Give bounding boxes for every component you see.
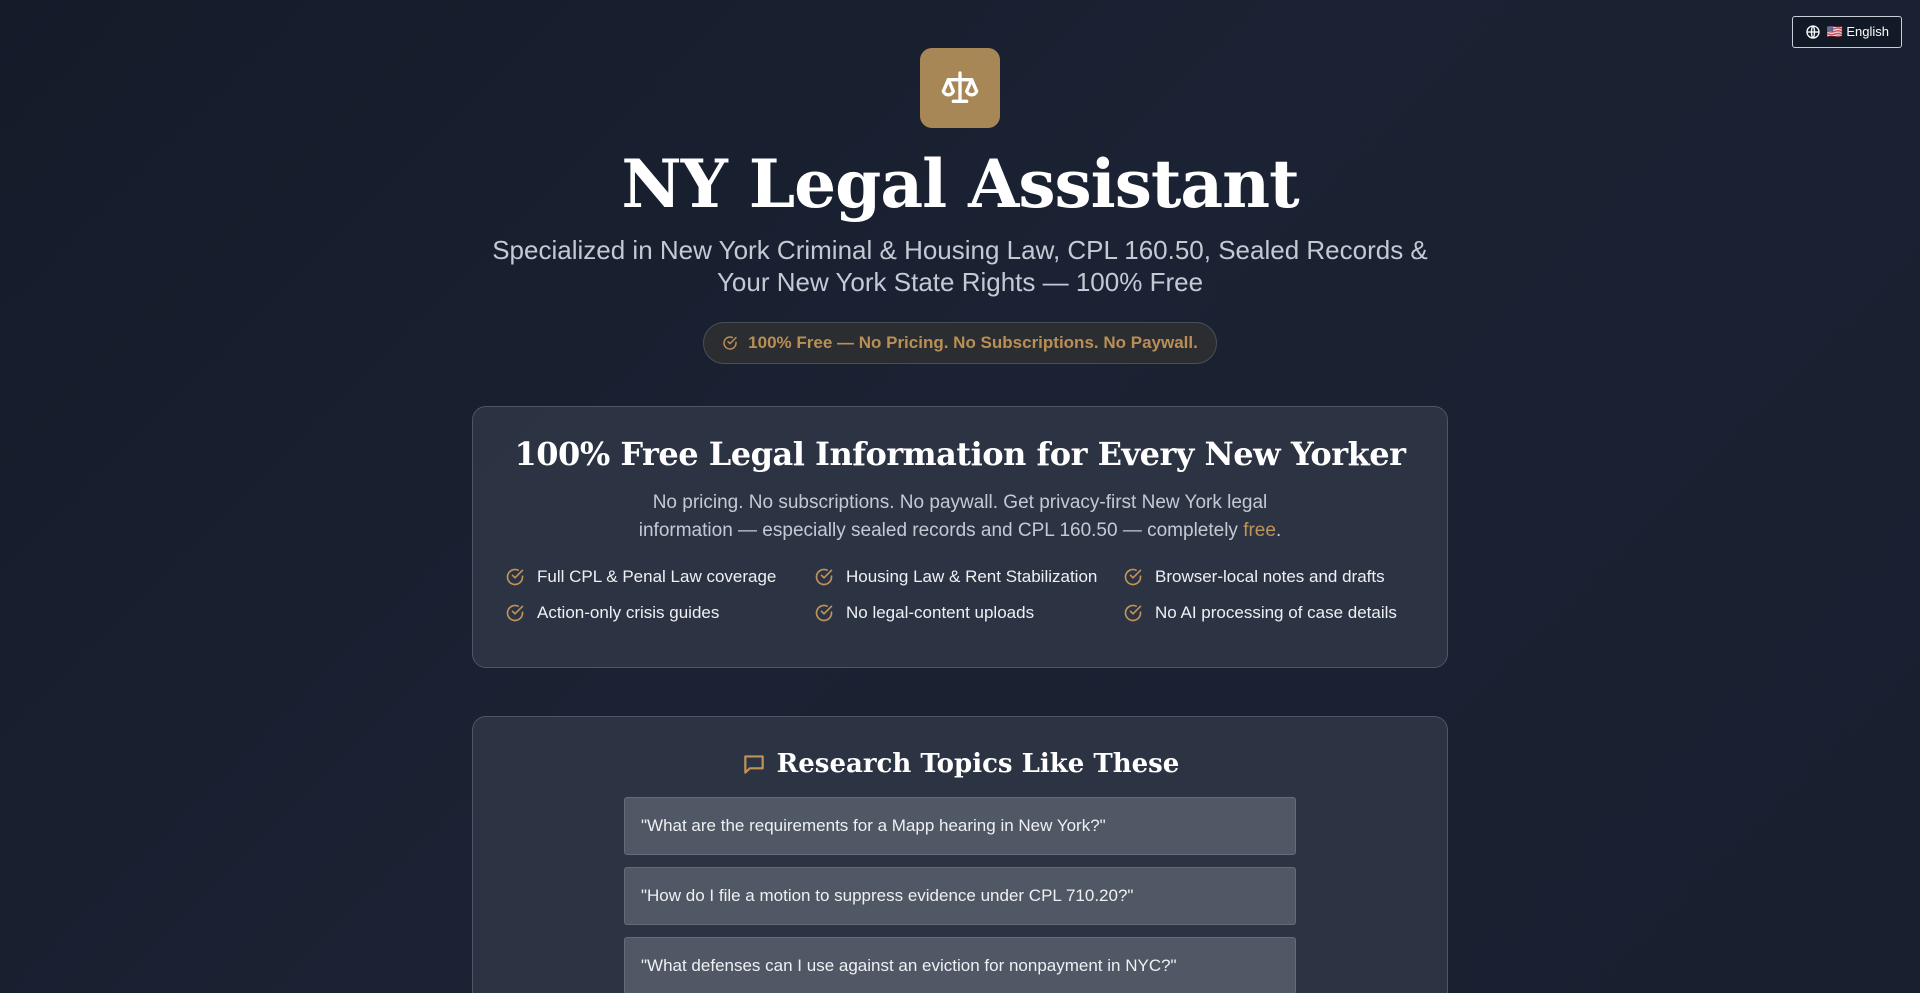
- scales-icon: [941, 71, 979, 104]
- free-info-heading: 100% Free Legal Information for Every Ne…: [514, 435, 1406, 473]
- feature-item: Browser-local notes and drafts: [1123, 567, 1432, 587]
- check-circle-icon: [1124, 568, 1142, 586]
- language-label: 🇺🇸 English: [1826, 24, 1889, 39]
- feature-item: Housing Law & Rent Stabilization: [814, 567, 1123, 587]
- feature-label: Action-only crisis guides: [537, 603, 720, 622]
- page-header: NY Legal Assistant Specialized in New Yo…: [0, 48, 1920, 364]
- check-circle-icon: [1124, 604, 1142, 622]
- chat-bubble-icon: [743, 755, 764, 774]
- free-info-description: No pricing. No subscriptions. No paywall…: [630, 489, 1290, 545]
- check-circle-icon: [723, 336, 737, 350]
- description-text: No pricing. No subscriptions. No paywall…: [638, 492, 1268, 541]
- feature-item: No legal-content uploads: [814, 603, 1123, 623]
- feature-item: Action-only crisis guides: [505, 603, 814, 623]
- page-title: NY Legal Assistant: [621, 145, 1299, 223]
- check-circle-icon: [815, 568, 833, 586]
- research-topics-card: Research Topics Like These "What are the…: [472, 716, 1448, 993]
- free-badge: 100% Free — No Pricing. No Subscriptions…: [703, 322, 1217, 364]
- topic-list: "What are the requirements for a Mapp he…: [624, 797, 1296, 993]
- research-topics-title: Research Topics Like These: [776, 749, 1180, 779]
- topic-suggestion[interactable]: "What defenses can I use against an evic…: [624, 937, 1296, 993]
- feature-label: Full CPL & Penal Law coverage: [537, 567, 777, 586]
- check-circle-icon: [506, 604, 524, 622]
- app-logo: [920, 48, 1000, 128]
- research-topics-heading: Research Topics Like These: [473, 749, 1447, 779]
- free-badge-label: 100% Free — No Pricing. No Subscriptions…: [748, 333, 1198, 352]
- language-selector-button[interactable]: 🇺🇸 English: [1791, 16, 1902, 48]
- description-highlight: free: [1243, 520, 1276, 541]
- free-info-card: 100% Free Legal Information for Every Ne…: [472, 406, 1448, 668]
- feature-item: No AI processing of case details: [1123, 603, 1432, 623]
- topic-suggestion[interactable]: "What are the requirements for a Mapp he…: [624, 797, 1296, 855]
- globe-icon: [1805, 25, 1820, 39]
- feature-label: No legal-content uploads: [846, 603, 1035, 622]
- check-circle-icon: [815, 604, 833, 622]
- feature-item: Full CPL & Penal Law coverage: [505, 567, 814, 587]
- check-circle-icon: [506, 568, 524, 586]
- topic-suggestion[interactable]: "How do I file a motion to suppress evid…: [624, 867, 1296, 925]
- page-subtitle: Specialized in New York Criminal & Housi…: [492, 235, 1428, 297]
- feature-label: No AI processing of case details: [1155, 603, 1397, 622]
- feature-list: Full CPL & Penal Law coverage Housing La…: [505, 567, 1447, 623]
- feature-label: Housing Law & Rent Stabilization: [846, 567, 1098, 586]
- description-end: .: [1275, 520, 1282, 541]
- feature-label: Browser-local notes and drafts: [1155, 567, 1385, 586]
